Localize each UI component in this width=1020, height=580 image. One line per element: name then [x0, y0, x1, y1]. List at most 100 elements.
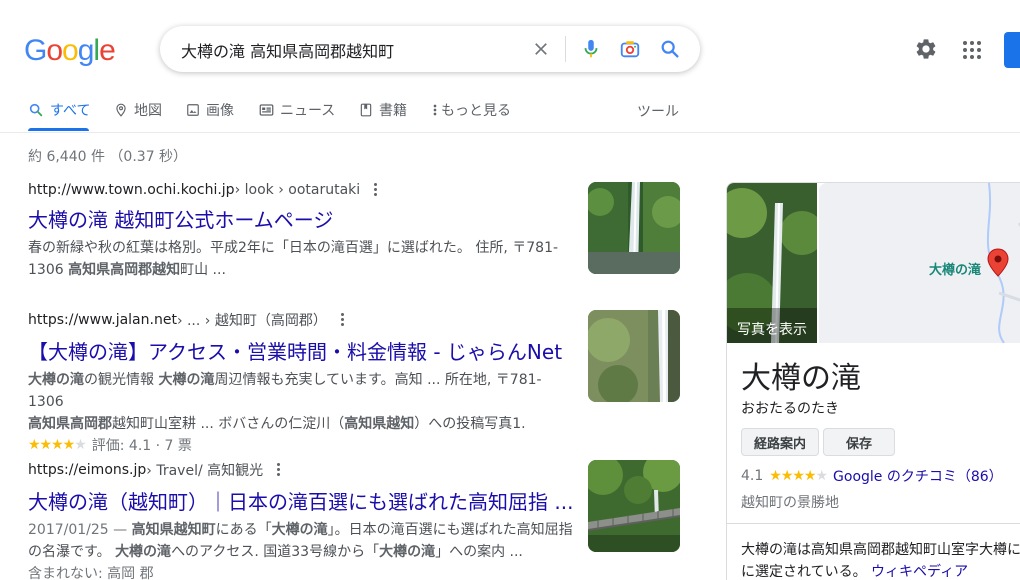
map-pin-icon: [116, 103, 126, 117]
result-stats: 約 6,440 件 （0.37 秒）: [28, 149, 188, 165]
kp-rating: 4.1 ★★★★★ Google のクチコミ（86）: [741, 466, 1003, 486]
search-input[interactable]: 大樽の滝 高知県高岡郡越知町: [181, 38, 394, 62]
logo-letter: o: [62, 34, 79, 67]
search-result: https://www.jalan.net › ... › 越知町（高岡郡） 【…: [28, 310, 576, 455]
star-rating-icon: ★★★★★: [28, 437, 87, 453]
snippet-text: の観光情報: [84, 372, 159, 388]
star-rating-icon: ★★★★★: [769, 468, 828, 484]
result-title-link[interactable]: 大樽の滝 越知町公式ホームページ: [28, 204, 576, 233]
missing-terms: 含まれない: 高岡 郡: [28, 566, 154, 580]
tab-maps[interactable]: 地図: [114, 100, 162, 132]
active-tab-indicator: [28, 128, 89, 131]
snippet-line: 春の新緑や秋の紅葉は格別。平成2年に「日本の滝百選」に選ばれた。 住所, 〒78…: [28, 240, 559, 256]
camera-lens-icon[interactable]: [619, 38, 641, 60]
kp-desc-line: に選定されている。: [741, 564, 867, 580]
snippet-text: 越知町山室耕 ... ボバさんの仁淀川（: [112, 416, 345, 432]
kp-map[interactable]: 大樽の滝: [819, 183, 1020, 343]
rating-text: 評価: 4.1 · 7 票: [91, 438, 192, 454]
search-divider: [565, 36, 566, 62]
result-thumbnail[interactable]: [588, 182, 680, 274]
tools-button[interactable]: ツール: [637, 101, 679, 121]
kp-title: 大樽の滝: [741, 361, 861, 396]
apps-grid-icon[interactable]: [962, 40, 982, 60]
snippet-highlight: 大樽の滝: [115, 544, 172, 560]
snippet-highlight: 高知県越知町: [131, 522, 216, 538]
header-divider: [0, 132, 1020, 133]
result-site: https://eimons.jp: [28, 462, 147, 478]
result-url[interactable]: https://www.jalan.net › ... › 越知町（高岡郡）: [28, 310, 576, 330]
directions-button[interactable]: 経路案内: [741, 428, 820, 456]
tab-more[interactable]: もっと見る: [432, 100, 511, 132]
snippet-text: の名瀑です。: [28, 544, 116, 560]
snippet-highlight: 高知県越知: [344, 416, 415, 432]
search-icon[interactable]: [659, 38, 681, 60]
gear-icon[interactable]: [914, 37, 938, 61]
result-url[interactable]: http://www.town.ochi.kochi.jp › look › o…: [28, 182, 576, 198]
reviews-link[interactable]: Google のクチコミ（86）: [833, 466, 1003, 486]
snippet-text: 町山 ...: [180, 262, 226, 278]
result-path: › ... › 越知町（高岡郡）: [176, 313, 327, 329]
result-path: › Travel/ 高知観光: [146, 463, 264, 479]
sign-in-button[interactable]: [1004, 32, 1020, 68]
search-result: http://www.town.ochi.kochi.jp › look › o…: [28, 182, 576, 281]
more-options-icon[interactable]: [340, 313, 345, 327]
result-snippet: 大樽の滝の観光情報 大樽の滝周辺情報も充実しています。高知 ... 所在地, 〒…: [28, 369, 576, 435]
tab-label: 画像: [206, 103, 234, 119]
snippet-text: 」への案内 ...: [435, 544, 523, 560]
snippet-text: にある「: [215, 522, 272, 538]
tab-label: もっと見る: [441, 103, 511, 119]
logo-letter: o: [46, 34, 63, 67]
search-box[interactable]: 大樽の滝 高知県高岡郡越知町: [160, 26, 700, 72]
snippet-text: 1306: [28, 262, 69, 278]
map-place-label: 大樽の滝: [929, 263, 982, 278]
kp-divider: [727, 523, 1020, 524]
snippet-date: 2017/01/25 —: [28, 522, 132, 538]
result-rating: ★★★★★ 評価: 4.1 · 7 票: [28, 435, 576, 455]
snippet-text: へのアクセス. 国道33号線から「: [171, 544, 380, 560]
kp-photo[interactable]: 写真を表示: [727, 183, 824, 343]
result-site: http://www.town.ochi.kochi.jp: [28, 182, 235, 198]
snippet-highlight: 大樽の滝: [379, 544, 436, 560]
snippet-highlight: 高知県高岡郡越知: [68, 262, 181, 278]
tab-news[interactable]: ニュース: [259, 100, 335, 132]
rating-value: 4.1: [741, 468, 764, 484]
result-title-link[interactable]: 大樽の滝（越知町）｜日本の滝百選にも選ばれた高知屈指 ...: [28, 486, 576, 515]
result-title-link[interactable]: 【大樽の滝】アクセス・営業時間・料金情報 - じゃらんNet: [28, 336, 576, 365]
tab-books[interactable]: 書籍: [359, 100, 407, 132]
snippet-text: 」。日本の滝百選にも選ばれた高知屈指: [327, 522, 573, 538]
search-icon: [29, 103, 43, 117]
microphone-icon[interactable]: [580, 37, 602, 61]
more-vert-icon: [433, 104, 437, 116]
book-icon: [360, 103, 372, 117]
save-button[interactable]: 保存: [823, 428, 895, 456]
tab-label: すべて: [50, 103, 91, 119]
clear-icon[interactable]: [531, 39, 551, 59]
snippet-highlight: 大樽の滝: [158, 372, 215, 388]
kp-reading: おおたるのたき: [741, 401, 839, 417]
result-path: › look › ootarutaki: [234, 182, 361, 198]
news-icon: [259, 104, 274, 116]
more-options-icon[interactable]: [277, 463, 281, 477]
image-icon: [187, 104, 199, 116]
result-thumbnail[interactable]: [588, 310, 680, 402]
wikipedia-link[interactable]: ウィキペディア: [871, 564, 968, 580]
tab-images[interactable]: 画像: [186, 100, 234, 132]
logo-letter: e: [99, 34, 116, 67]
result-snippet: 2017/01/25 — 高知県越知町にある「大樽の滝 」。日本の滝百選にも選ばれ…: [28, 519, 576, 580]
snippet-highlight: 大樽の滝: [28, 372, 84, 388]
more-options-icon[interactable]: [374, 183, 378, 197]
snippet-highlight: 高知県高岡郡: [28, 416, 112, 432]
logo-letter: G: [24, 34, 47, 67]
kp-category: 越知町の景勝地: [741, 495, 839, 511]
result-snippet: 春の新緑や秋の紅葉は格別。平成2年に「日本の滝百選」に選ばれた。 住所, 〒78…: [28, 237, 576, 281]
tab-label: ニュース: [280, 103, 336, 119]
result-thumbnail[interactable]: [588, 460, 680, 552]
result-url[interactable]: https://eimons.jp › Travel/ 高知観光: [28, 460, 576, 480]
result-site: https://www.jalan.net: [28, 312, 177, 328]
snippet-text: ）への投稿写真1.: [414, 416, 526, 432]
tab-label: 書籍: [379, 103, 407, 119]
kp-description: 大樽の滝は高知県高岡郡越知町山室字大樽に に選定されている。 ウィキペディア: [741, 539, 1020, 580]
google-logo[interactable]: Google: [24, 34, 116, 68]
view-photos-label[interactable]: 写真を表示: [737, 319, 807, 339]
knowledge-panel: 写真を表示 大樽の滝 大樽の滝 おおたるのたき 経路案内 保存 4.1 ★★★★…: [726, 182, 1020, 580]
